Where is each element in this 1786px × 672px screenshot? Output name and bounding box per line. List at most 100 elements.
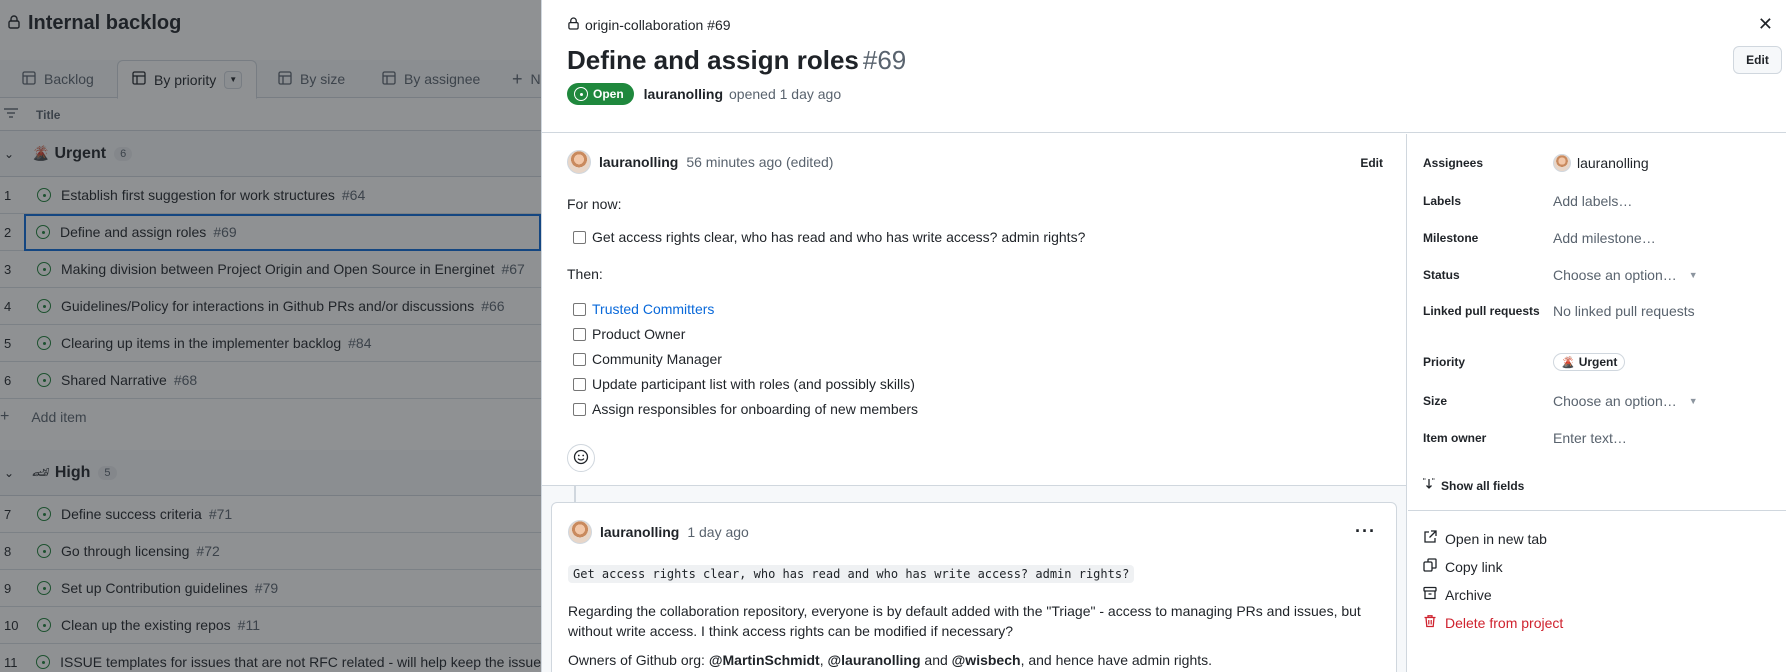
field-priority: Priority 🌋 Urgent [1423,353,1778,371]
assignee-picker[interactable]: lauranolling [1553,154,1649,172]
milestone-picker[interactable]: Add milestone… [1553,229,1656,247]
issue-open-icon [37,507,51,521]
issue-description: lauranolling 56 minutes ago (edited) Edi… [542,134,1406,485]
task-item[interactable]: Product Owner [573,326,685,342]
unfold-icon [1423,478,1435,493]
field-size: Size Choose an option… ▼ [1423,392,1698,410]
table-row[interactable]: 11 ISSUE templates for issues that are no… [0,644,541,672]
delete-from-project-button[interactable]: Delete from project [1423,614,1563,631]
table-icon [132,71,146,88]
mention-link[interactable]: @lauranolling [828,652,921,668]
size-select[interactable]: Choose an option… ▼ [1553,392,1698,410]
task-checkbox[interactable] [573,302,586,316]
chevron-down-icon[interactable]: ⌄ [4,466,14,480]
avatar[interactable] [567,150,591,174]
project-title: Internal backlog [8,12,181,35]
task-item[interactable]: Assign responsibles for onboarding of ne… [573,401,918,417]
issue-state-line: Open lauranolling opened 1 day ago [567,83,841,105]
tab-by-size[interactable]: By size [278,60,345,98]
table-row-selected[interactable]: Define and assign roles #69 [24,214,541,251]
task-checkbox[interactable] [573,402,586,416]
table-row[interactable]: 8 Go through licensing #72 [0,533,541,570]
mention-link[interactable]: @MartinSchmidt [709,652,820,668]
column-header: Title [0,99,541,131]
table-row[interactable]: 5 Clearing up items in the implementer ba… [0,325,541,362]
task-item[interactable]: Trusted Committers [573,301,714,317]
author-link[interactable]: lauranolling [644,86,723,102]
author-link[interactable]: lauranolling [600,524,679,540]
comment-card: lauranolling 1 day ago ··· Get access ri… [551,502,1397,672]
project-fields: Assignees lauranolling Labels Add labels… [1408,134,1786,672]
table-row[interactable]: 1 Establish first suggestion for work str… [0,177,541,214]
copy-link-button[interactable]: Copy link [1423,558,1503,575]
table-row[interactable]: 3 Making division between Project Origin … [0,251,541,288]
table-row[interactable]: 10 Clean up the existing repos #11 [0,607,541,644]
lock-icon [568,17,579,33]
table-icon [278,70,292,88]
field-labels: Labels Add labels… [1423,192,1633,210]
task-checkbox[interactable] [573,352,586,366]
mention-link[interactable]: @wisbech [952,652,1021,668]
labels-picker[interactable]: Add labels… [1553,192,1632,210]
plus-icon: + [0,408,10,425]
edit-description-button[interactable]: Edit [1360,156,1383,170]
issue-open-icon [37,336,51,350]
task-item[interactable]: Community Manager [573,351,722,367]
group-urgent[interactable]: ⌄ 🌋 Urgent 6 [0,131,541,177]
view-options-caret-icon[interactable]: ▼ [224,70,243,89]
group-high[interactable]: ⌄ 🏎 High 5 [0,450,541,496]
edit-title-button[interactable]: Edit [1733,46,1782,74]
tab-by-assignee[interactable]: By assignee [382,60,480,98]
status-badge: Open [567,83,634,105]
tab-backlog[interactable]: Backlog [22,60,94,98]
avatar[interactable] [568,520,592,544]
lock-icon [8,15,20,32]
project-board: Internal backlog Backlog By priority ▼ B… [0,0,541,672]
view-tabs: Backlog By priority ▼ By size By assigne… [0,60,541,99]
comment-header: lauranolling 56 minutes ago (edited) [567,150,833,174]
tab-new-view[interactable]: + N [512,60,541,98]
field-linked-prs: Linked pull requests No linked pull requ… [1423,303,1695,319]
priority-select[interactable]: 🌋 Urgent [1553,353,1626,371]
trash-icon [1423,614,1437,631]
external-link-icon [1423,530,1437,547]
quoted-code: Get access rights clear, who has read an… [568,565,1135,583]
avatar [1553,154,1571,172]
close-icon[interactable]: ✕ [1758,14,1773,35]
issue-open-icon [574,87,588,101]
table-row[interactable]: 7 Define success criteria #71 [0,496,541,533]
add-reaction-button[interactable] [567,444,595,472]
kebab-menu-icon[interactable]: ··· [1355,521,1376,542]
open-in-new-tab-button[interactable]: Open in new tab [1423,530,1547,547]
tab-by-priority[interactable]: By priority ▼ [117,60,258,99]
issue-open-icon [37,618,51,632]
table-row[interactable]: 9 Set up Contribution guidelines #79 [0,570,541,607]
add-item-button[interactable]: + Add item [0,398,541,436]
comment-header: lauranolling 1 day ago [568,520,749,544]
table-icon [382,70,396,88]
status-select[interactable]: Choose an option… ▼ [1553,266,1698,284]
trusted-committers-link[interactable]: Trusted Committers [592,301,714,317]
panel-header: origin-collaboration #69 ✕ Define and as… [542,0,1786,133]
task-checkbox[interactable] [573,230,586,244]
filter-icon[interactable] [4,107,18,122]
field-status: Status Choose an option… ▼ [1423,266,1698,284]
task-checkbox[interactable] [573,377,586,391]
chevron-down-icon[interactable]: ⌄ [4,147,14,161]
table-row[interactable]: 6 Shared Narrative #68 [0,362,541,399]
table-row[interactable]: 4 Guidelines/Policy for interactions in G… [0,288,541,325]
column-title[interactable]: Title [36,108,60,122]
issue-open-icon [36,655,51,669]
issue-body-column: lauranolling 56 minutes ago (edited) Edi… [542,134,1407,672]
volcano-icon: 🌋 [32,145,50,161]
issue-open-icon [37,544,51,558]
task-item[interactable]: Update participant list with roles (and … [573,376,915,392]
show-all-fields-button[interactable]: Show all fields [1423,478,1524,493]
task-checkbox[interactable] [573,327,586,341]
repo-reference[interactable]: origin-collaboration #69 [568,17,731,33]
field-milestone: Milestone Add milestone… [1423,229,1656,247]
item-owner-input[interactable]: Enter text… [1553,429,1627,447]
task-item[interactable]: Get access rights clear, who has read an… [573,229,1085,245]
archive-button[interactable]: Archive [1423,586,1492,603]
author-link[interactable]: lauranolling [599,154,678,170]
